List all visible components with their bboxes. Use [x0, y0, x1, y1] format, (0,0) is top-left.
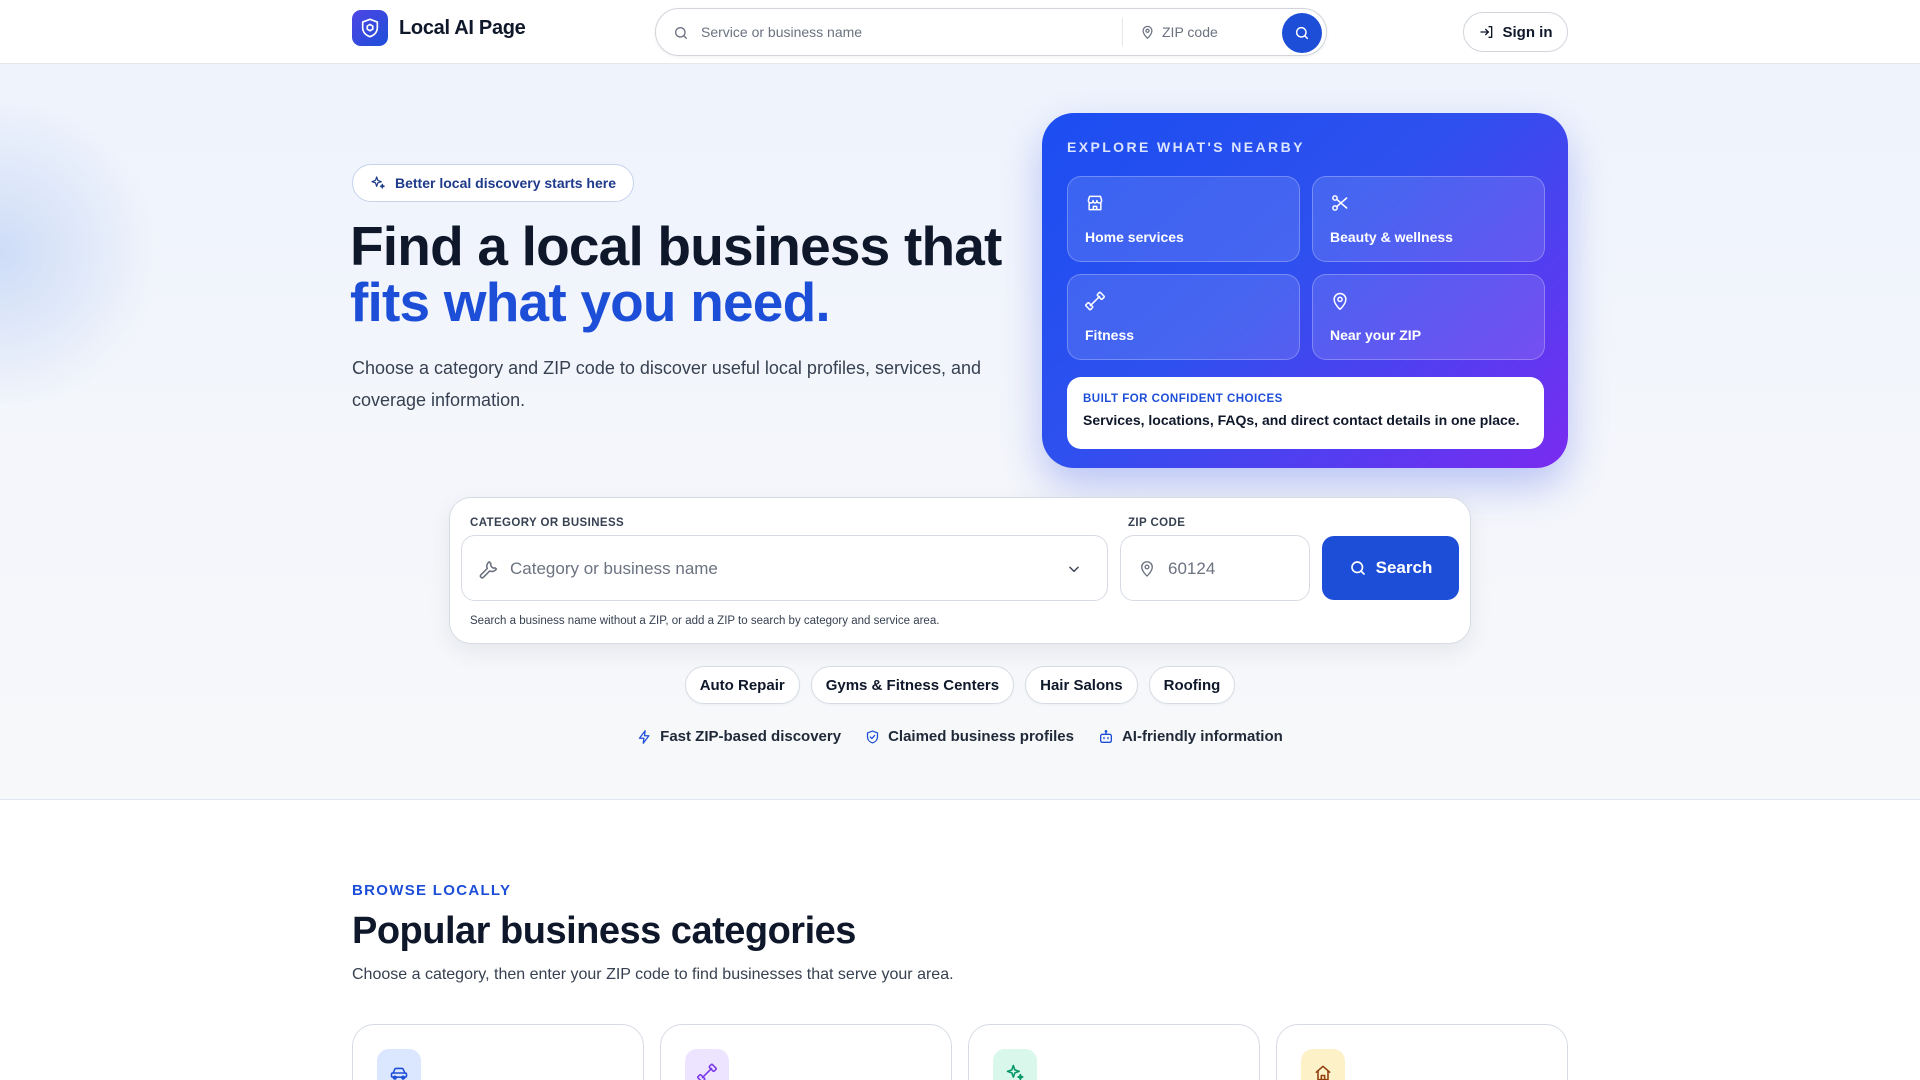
chevron-down-icon[interactable] — [1067, 562, 1081, 576]
search-divider — [1122, 18, 1123, 46]
main-search-box: CATEGORY OR BUSINESS ZIP CODE Search Sea… — [449, 497, 1471, 644]
tile-label: Beauty & wellness — [1330, 229, 1453, 245]
feature-item: AI-friendly information — [1098, 728, 1283, 745]
header-search-bar — [655, 8, 1327, 56]
hero-pill-badge: Better local discovery starts here — [352, 164, 634, 202]
top-header: Local AI Page Sign in — [0, 0, 1920, 64]
chip-auto-repair[interactable]: Auto Repair — [684, 666, 800, 704]
search-button[interactable]: Search — [1322, 536, 1459, 600]
confidence-eyebrow: BUILT FOR CONFIDENT CHOICES — [1083, 393, 1283, 405]
zip-input[interactable] — [1168, 552, 1298, 586]
category-card-fitness[interactable] — [660, 1024, 952, 1080]
car-icon — [377, 1049, 421, 1080]
map-pin-icon — [1138, 559, 1156, 578]
hero-title-line2: fits what you need. — [350, 271, 831, 333]
tile-near-your-zip[interactable]: Near your ZIP — [1312, 274, 1545, 360]
chip-hair-salons[interactable]: Hair Salons — [1025, 666, 1138, 704]
sparkles-icon — [370, 175, 386, 191]
dumbbell-icon — [1085, 291, 1105, 311]
lightning-icon — [637, 729, 652, 745]
tile-beauty-wellness[interactable]: Beauty & wellness — [1312, 176, 1545, 262]
quick-category-chips: Auto Repair Gyms & Fitness Centers Hair … — [0, 666, 1920, 704]
robot-icon — [1098, 729, 1114, 745]
dumbbell-icon — [685, 1049, 729, 1080]
browse-title: Popular business categories — [352, 910, 856, 952]
logo-text: Local AI Page — [399, 16, 526, 39]
map-pin-icon — [1140, 24, 1155, 40]
tile-label: Near your ZIP — [1330, 327, 1422, 343]
confidence-text: Services, locations, FAQs, and direct co… — [1083, 412, 1520, 428]
chip-roofing[interactable]: Roofing — [1148, 666, 1236, 704]
signin-label: Sign in — [1502, 23, 1553, 41]
category-field[interactable] — [461, 535, 1108, 601]
logo-shield-icon — [352, 10, 388, 46]
logo[interactable]: Local AI Page — [352, 10, 526, 46]
storefront-icon — [1085, 193, 1105, 213]
feature-label: Fast ZIP-based discovery — [660, 728, 842, 745]
explore-card: EXPLORE WHAT'S NEARBY Home services Beau… — [1042, 113, 1568, 468]
scissors-icon — [1330, 193, 1350, 213]
tile-label: Home services — [1085, 229, 1184, 245]
category-label: CATEGORY OR BUSINESS — [470, 517, 625, 529]
zip-label: ZIP CODE — [1128, 517, 1186, 529]
explore-eyebrow: EXPLORE WHAT'S NEARBY — [1067, 139, 1305, 155]
zip-field[interactable] — [1120, 535, 1310, 601]
hero-subtitle: Choose a category and ZIP code to discov… — [352, 358, 982, 410]
hero-section: Better local discovery starts here Find … — [0, 64, 1920, 800]
chip-gyms-fitness[interactable]: Gyms & Fitness Centers — [810, 666, 1015, 704]
header-search-input[interactable] — [701, 17, 1061, 47]
confidence-box: BUILT FOR CONFIDENT CHOICES Services, lo… — [1067, 377, 1544, 449]
tile-fitness[interactable]: Fitness — [1067, 274, 1300, 360]
header-zip-input[interactable] — [1162, 17, 1272, 47]
home-icon — [1301, 1049, 1345, 1080]
hero-title-line1: Find a local business that — [350, 215, 1002, 277]
browse-subtitle: Choose a category, then enter your ZIP c… — [352, 966, 954, 983]
tile-home-services[interactable]: Home services — [1067, 176, 1300, 262]
category-input[interactable] — [510, 552, 1050, 586]
wrench-icon — [478, 558, 499, 579]
search-icon — [1350, 561, 1365, 575]
category-card-home[interactable] — [1276, 1024, 1568, 1080]
header-search-button[interactable] — [1282, 13, 1322, 53]
signin-button[interactable]: Sign in — [1463, 12, 1568, 52]
sparkles-icon — [993, 1049, 1037, 1080]
feature-label: AI-friendly information — [1121, 728, 1283, 745]
search-button-label: Search — [1375, 558, 1433, 577]
feature-highlights: Fast ZIP-based discovery Claimed busines… — [0, 728, 1920, 745]
feature-item: Claimed business profiles — [865, 728, 1074, 745]
feature-label: Claimed business profiles — [888, 728, 1074, 745]
map-pin-icon — [1330, 291, 1350, 311]
login-icon — [1479, 24, 1495, 40]
browse-eyebrow: BROWSE LOCALLY — [352, 882, 512, 899]
search-help-text: Search a business name without a ZIP, or… — [470, 615, 940, 627]
search-icon — [673, 25, 689, 41]
hero-glow — [0, 104, 170, 404]
category-card-beauty[interactable] — [968, 1024, 1260, 1080]
shield-check-icon — [865, 729, 880, 745]
tile-label: Fitness — [1085, 327, 1135, 343]
category-card-auto[interactable] — [352, 1024, 644, 1080]
search-icon — [1295, 26, 1309, 40]
pill-label: Better local discovery starts here — [395, 175, 616, 191]
feature-item: Fast ZIP-based discovery — [637, 728, 841, 745]
